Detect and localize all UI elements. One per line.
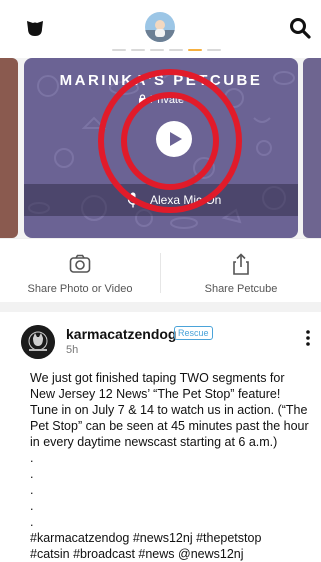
play-button[interactable] — [156, 121, 192, 157]
camera-carousel: MARINKA'S PETCUBE Private Alexa Mic On — [0, 58, 321, 238]
post-body: We just got finished taping TWO segments… — [30, 371, 309, 561]
post-time: 5h — [66, 344, 79, 356]
pager-dot[interactable] — [207, 49, 221, 51]
carousel-pager — [112, 49, 221, 51]
alexa-mic-bar[interactable]: Alexa Mic On — [24, 184, 298, 216]
previous-camera-card[interactable] — [0, 58, 18, 238]
cat-face-icon[interactable] — [24, 17, 46, 39]
share-petcube-label: Share Petcube — [204, 283, 278, 295]
top-bar — [0, 0, 321, 58]
play-icon — [170, 132, 182, 146]
post-author[interactable]: karmacatzendog — [66, 326, 176, 342]
pager-dot[interactable] — [112, 49, 126, 51]
share-petcube-button[interactable]: Share Petcube — [161, 239, 321, 303]
search-icon[interactable] — [288, 16, 312, 40]
more-vertical-icon[interactable] — [305, 329, 311, 347]
pager-dot[interactable] — [169, 49, 183, 51]
share-photo-label: Share Photo or Video — [27, 283, 133, 295]
petcube-camera-card[interactable]: MARINKA'S PETCUBE Private Alexa Mic On — [24, 58, 298, 238]
pager-dot-active[interactable] — [188, 49, 202, 51]
privacy-label: Private — [24, 94, 298, 106]
pager-dot[interactable] — [131, 49, 145, 51]
next-camera-card[interactable] — [303, 58, 321, 238]
share-row: Share Photo or Video Share Petcube — [0, 238, 321, 302]
pager-dot[interactable] — [150, 49, 164, 51]
share-photo-button[interactable]: Share Photo or Video — [0, 239, 160, 303]
feed-post: karmacatzendog Rescue 5h We just got fin… — [0, 312, 321, 562]
profile-avatar[interactable] — [145, 12, 175, 42]
privacy-text: Private — [149, 94, 185, 106]
lock-icon — [138, 94, 146, 104]
section-gap — [0, 302, 321, 312]
camera-title: MARINKA'S PETCUBE — [59, 72, 263, 89]
rescue-badge: Rescue — [174, 326, 213, 340]
microphone-icon — [127, 192, 139, 208]
share-icon — [233, 253, 249, 275]
camera-icon — [69, 254, 91, 273]
alexa-label: Alexa Mic On — [150, 193, 222, 207]
author-avatar[interactable] — [21, 325, 55, 359]
